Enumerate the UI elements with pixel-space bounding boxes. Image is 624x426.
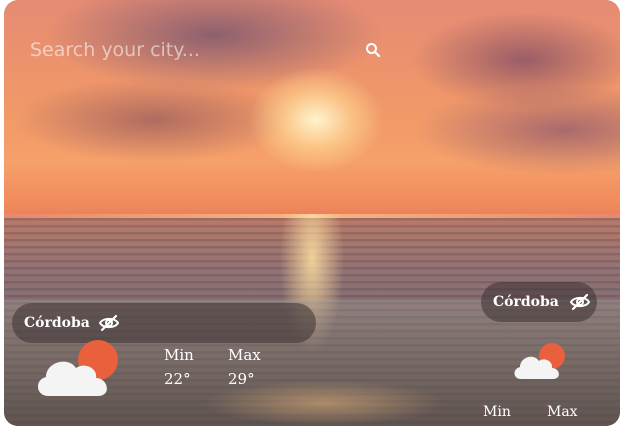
sun-behind-cloud-icon: [34, 340, 124, 398]
city-header-secondary: Córdoba: [481, 282, 597, 322]
search-icon[interactable]: [364, 41, 382, 59]
eye-off-icon[interactable]: [98, 314, 120, 332]
max-label: Max: [228, 346, 261, 364]
search-input[interactable]: [28, 38, 352, 62]
city-name: Córdoba: [24, 315, 90, 331]
max-label: Max: [547, 404, 578, 420]
min-label: Min: [164, 346, 194, 364]
max-temperature: 29°: [228, 370, 255, 388]
min-temperature: 22°: [164, 370, 191, 388]
city-header-primary: Córdoba: [12, 303, 316, 343]
city-name: Córdoba: [493, 294, 559, 310]
sun-behind-cloud-icon: [512, 343, 568, 381]
search-bar: [28, 30, 388, 70]
min-label: Min: [483, 404, 511, 420]
eye-off-icon[interactable]: [569, 293, 591, 311]
